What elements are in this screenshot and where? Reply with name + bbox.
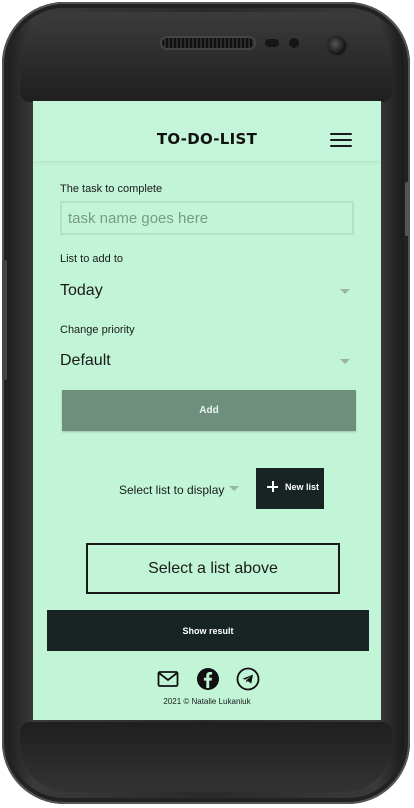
task-name-input[interactable]	[60, 201, 354, 235]
chevron-down-icon	[340, 289, 350, 294]
email-icon[interactable]	[156, 667, 180, 691]
phone-top-bezel	[20, 12, 392, 102]
display-list-select[interactable]: Select list to display	[119, 481, 239, 497]
priority-label: Change priority	[60, 324, 135, 336]
new-list-button[interactable]: New list	[256, 468, 324, 509]
speaker-grille	[162, 38, 254, 48]
priority-select-value: Default	[60, 352, 111, 369]
show-result-button[interactable]: Show result	[47, 610, 369, 651]
hamburger-menu-icon[interactable]	[330, 133, 352, 149]
facebook-icon[interactable]	[196, 667, 220, 691]
app-title: TO-DO-LIST	[156, 130, 258, 148]
display-list-label: Select list to display	[119, 483, 225, 497]
result-display: Select a list above	[86, 543, 340, 594]
list-select[interactable]: Today	[60, 278, 354, 302]
telegram-icon[interactable]	[236, 667, 260, 691]
app-screen: TO-DO-LIST The task to complete List to …	[33, 101, 381, 720]
phone-bottom-bezel	[20, 722, 392, 792]
copyright-text: 2021 © Natalie Lukaniuk	[163, 697, 251, 706]
list-select-value: Today	[60, 282, 103, 299]
plus-icon	[267, 481, 278, 492]
proximity-sensor	[265, 39, 279, 47]
list-label: List to add to	[60, 253, 123, 265]
app-header: TO-DO-LIST	[33, 101, 381, 161]
light-sensor	[289, 38, 299, 48]
volume-button	[2, 260, 7, 380]
front-camera	[328, 37, 346, 55]
power-button	[405, 182, 410, 236]
add-task-button[interactable]: Add	[62, 390, 356, 431]
chevron-down-icon	[340, 359, 350, 364]
task-label: The task to complete	[60, 183, 163, 195]
priority-select[interactable]: Default	[60, 348, 354, 372]
chevron-down-icon	[229, 486, 239, 491]
new-list-label: New list	[285, 482, 320, 492]
